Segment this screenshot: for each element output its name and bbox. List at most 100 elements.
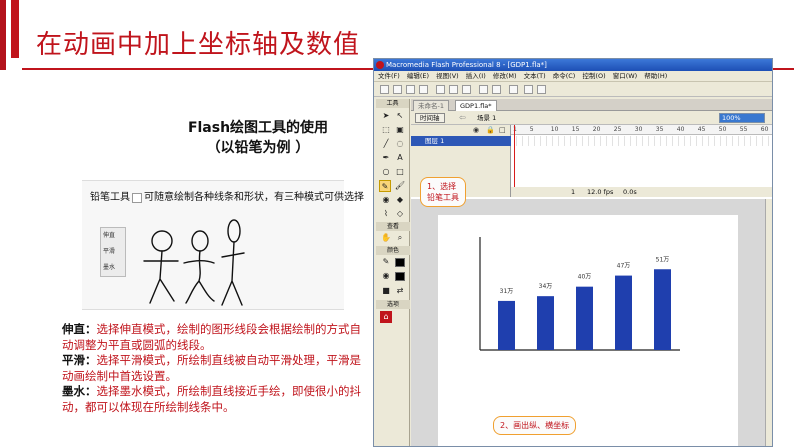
timeline-toggle-button[interactable]: 时间轴: [415, 113, 445, 123]
bar-3: [576, 286, 593, 350]
frame-rate: 12.0 fps: [587, 188, 614, 196]
callout-pencil-line: 1、选择: [427, 182, 457, 191]
selection-tool-icon[interactable]: ➤: [380, 110, 392, 122]
flash-app-icon: [376, 61, 384, 69]
menu-control[interactable]: 控制(O): [582, 72, 605, 80]
vertical-scrollbar[interactable]: [765, 199, 772, 446]
lasso-tool-icon[interactable]: ◌: [394, 138, 406, 150]
fill-color-swatch[interactable]: [395, 272, 405, 281]
desc-straighten: 伸直：选择伸直模式，绘制的图形线段会根据绘制的方式自动调整为平直或圆弧的线段。: [62, 322, 370, 353]
smooth-icon[interactable]: [524, 85, 533, 94]
snap-icon[interactable]: [509, 85, 518, 94]
ruler-tick-label: 60: [760, 126, 769, 133]
free-transform-tool-icon[interactable]: ⬚: [380, 124, 392, 136]
bar-2: [537, 296, 554, 350]
pencil-modes-description: 伸直：选择伸直模式，绘制的图形线段会根据绘制的方式自动调整为平直或圆弧的线段。 …: [62, 322, 370, 415]
eye-icon[interactable]: ◉: [473, 126, 479, 134]
menu-modify[interactable]: 修改(M): [493, 72, 517, 80]
undo-icon[interactable]: [479, 85, 488, 94]
outline-icon[interactable]: □: [499, 126, 506, 134]
desc-straighten-text: 选择伸直模式，绘制的图形线段会根据绘制的方式自动调整为平直或圆弧的线段。: [62, 322, 361, 352]
timeline-status: 1 12.0 fps 0.0s: [511, 187, 772, 197]
stroke-color-swatch[interactable]: [395, 258, 405, 267]
hand-tool-icon[interactable]: ✋: [380, 232, 392, 244]
fill-transform-tool-icon[interactable]: ▣: [394, 124, 406, 136]
rectangle-tool-icon[interactable]: □: [394, 166, 406, 178]
lock-icon[interactable]: 🔒: [486, 126, 495, 134]
section-subtitle: Flash绘图工具的使用 （以铅笔为例 ）: [158, 118, 358, 158]
oval-tool-icon[interactable]: ○: [380, 166, 392, 178]
slide-title: 在动画中加上坐标轴及数值: [36, 30, 361, 60]
accent-bar-secondary: [11, 0, 19, 58]
menu-edit[interactable]: 编辑(E): [407, 72, 429, 80]
subselect-tool-icon[interactable]: ↖: [394, 110, 406, 122]
bar-5: [654, 269, 671, 350]
callout-axes: 2、画出纵、横坐标: [493, 416, 577, 435]
menu-window[interactable]: 窗口(W): [613, 72, 638, 80]
fill-color-icon[interactable]: ◉: [380, 270, 392, 282]
ruler-tick-label: 40: [676, 126, 685, 133]
tab-untitled[interactable]: 未命名-1: [413, 100, 449, 111]
bar-4: [615, 275, 632, 350]
playhead[interactable]: [514, 125, 515, 187]
save-icon[interactable]: [406, 85, 415, 94]
scene-label[interactable]: 场景 1: [477, 113, 496, 123]
menu-file[interactable]: 文件(F): [378, 72, 400, 80]
stage-canvas[interactable]: 31万 34万 40万 47万 51万: [438, 215, 738, 446]
callout-pencil-tool: 1、选择铅笔工具: [420, 177, 466, 207]
callout-pencil-line: 铅笔工具: [427, 193, 459, 202]
flash-window: Macromedia Flash Professional 8 - [GDP1.…: [373, 58, 773, 447]
bar-data-label: 31万: [500, 288, 514, 295]
tab-gdp1[interactable]: GDP1.fla*: [455, 100, 497, 111]
eyedropper-tool-icon[interactable]: ⌇: [380, 208, 392, 220]
pencil-mode-option-icon[interactable]: ⌂: [380, 311, 392, 323]
ruler-tick-label: 10: [550, 126, 559, 133]
layer-row-1[interactable]: 图层 1: [411, 136, 511, 146]
zoom-select[interactable]: 100%: [719, 113, 765, 123]
back-arrow-icon[interactable]: ⇦: [459, 113, 466, 123]
stroke-color-icon[interactable]: ✎: [380, 256, 392, 268]
default-colors-icon[interactable]: ■: [380, 285, 392, 297]
menu-text[interactable]: 文本(T): [524, 72, 546, 80]
stick-figures-drawing: [143, 219, 245, 306]
pen-tool-icon[interactable]: ✒: [380, 152, 392, 164]
frame-ruler: 151015202530354045505560: [511, 125, 772, 135]
desc-straighten-head: 伸直：: [62, 322, 97, 336]
ink-bottle-tool-icon[interactable]: ◉: [380, 194, 392, 206]
print-icon[interactable]: [419, 85, 428, 94]
paste-icon[interactable]: [462, 85, 471, 94]
menu-view[interactable]: 视图(V): [436, 72, 459, 80]
menu-insert[interactable]: 插入(I): [466, 72, 486, 80]
text-tool-icon[interactable]: A: [394, 152, 406, 164]
ruler-tick-label: 35: [655, 126, 664, 133]
desc-smooth-head: 平滑：: [62, 353, 97, 367]
frame-row-1[interactable]: [511, 136, 772, 146]
redo-icon[interactable]: [492, 85, 501, 94]
cut-icon[interactable]: [436, 85, 445, 94]
menu-commands[interactable]: 命令(C): [553, 72, 576, 80]
new-file-icon[interactable]: [380, 85, 389, 94]
zoom-tool-icon[interactable]: ⌕: [394, 232, 406, 244]
ruler-tick-label: 50: [718, 126, 727, 133]
pencil-tool-icon[interactable]: ✎: [379, 180, 391, 192]
eraser-tool-icon[interactable]: ◇: [394, 208, 406, 220]
swap-colors-icon[interactable]: ⇄: [394, 285, 406, 297]
menu-help[interactable]: 帮助(H): [644, 72, 667, 80]
layer-name: 图层 1: [425, 137, 445, 145]
copy-icon[interactable]: [449, 85, 458, 94]
ruler-tick-label: 45: [697, 126, 706, 133]
open-file-icon[interactable]: [393, 85, 402, 94]
bar-data-label: 51万: [656, 256, 670, 263]
straighten-icon[interactable]: [537, 85, 546, 94]
tools-panel: 工具 ➤ ↖ ⬚ ▣ ╱ ◌ ✒ A ○ □ ✎ 🖌 ◉ ◆ ⌇ ◇ 查看 ✋ …: [376, 99, 410, 446]
desc-smooth-text: 选择平滑模式，所绘制直线被自动平滑处理，平滑是动画绘制中首选设置。: [62, 353, 361, 383]
paint-bucket-tool-icon[interactable]: ◆: [394, 194, 406, 206]
tools-colors-header: 颜色: [376, 246, 410, 255]
line-tool-icon[interactable]: ╱: [380, 138, 392, 150]
desc-ink: 墨水：选择墨水模式，所绘制直线接近手绘，即使很小的抖动，都可以体现在所绘制线条中…: [62, 384, 370, 415]
callout-pencil-text: 1、选择铅笔工具: [427, 181, 459, 203]
ruler-tick-label: 5: [529, 126, 534, 133]
ruler-tick-label: 25: [613, 126, 622, 133]
brush-tool-icon[interactable]: 🖌: [394, 180, 406, 192]
elapsed-time: 0.0s: [623, 188, 637, 196]
